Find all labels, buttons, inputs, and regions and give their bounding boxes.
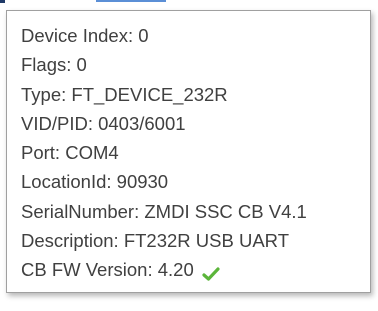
fw-version-text: CB FW Version: 4.20 <box>21 259 194 281</box>
type-line: Type: FT_DEVICE_232R <box>21 83 228 105</box>
background-window-edge <box>0 0 378 4</box>
selection-highlight-edge <box>96 0 166 2</box>
location-id-line: LocationId: 90930 <box>21 171 169 193</box>
screen: Device Index: 0 Flags: 0 Type: FT_DEVICE… <box>0 0 378 311</box>
device-info-tooltip: Device Index: 0 Flags: 0 Type: FT_DEVICE… <box>6 10 371 293</box>
vid-pid-line: VID/PID: 0403/6001 <box>21 112 186 134</box>
flags-line: Flags: 0 <box>21 54 87 76</box>
description-line: Description: FT232R USB UART <box>21 230 289 252</box>
serial-number-line: SerialNumber: ZMDI SSC CB V4.1 <box>21 200 307 222</box>
port-line: Port: COM4 <box>21 142 119 164</box>
device-info-lines: Device Index: 0 Flags: 0 Type: FT_DEVICE… <box>21 21 307 285</box>
fw-version-line: CB FW Version: 4.20 <box>21 255 307 284</box>
device-index-line: Device Index: 0 <box>21 25 149 46</box>
check-icon <box>202 261 220 282</box>
window-corner-mark <box>0 0 5 3</box>
